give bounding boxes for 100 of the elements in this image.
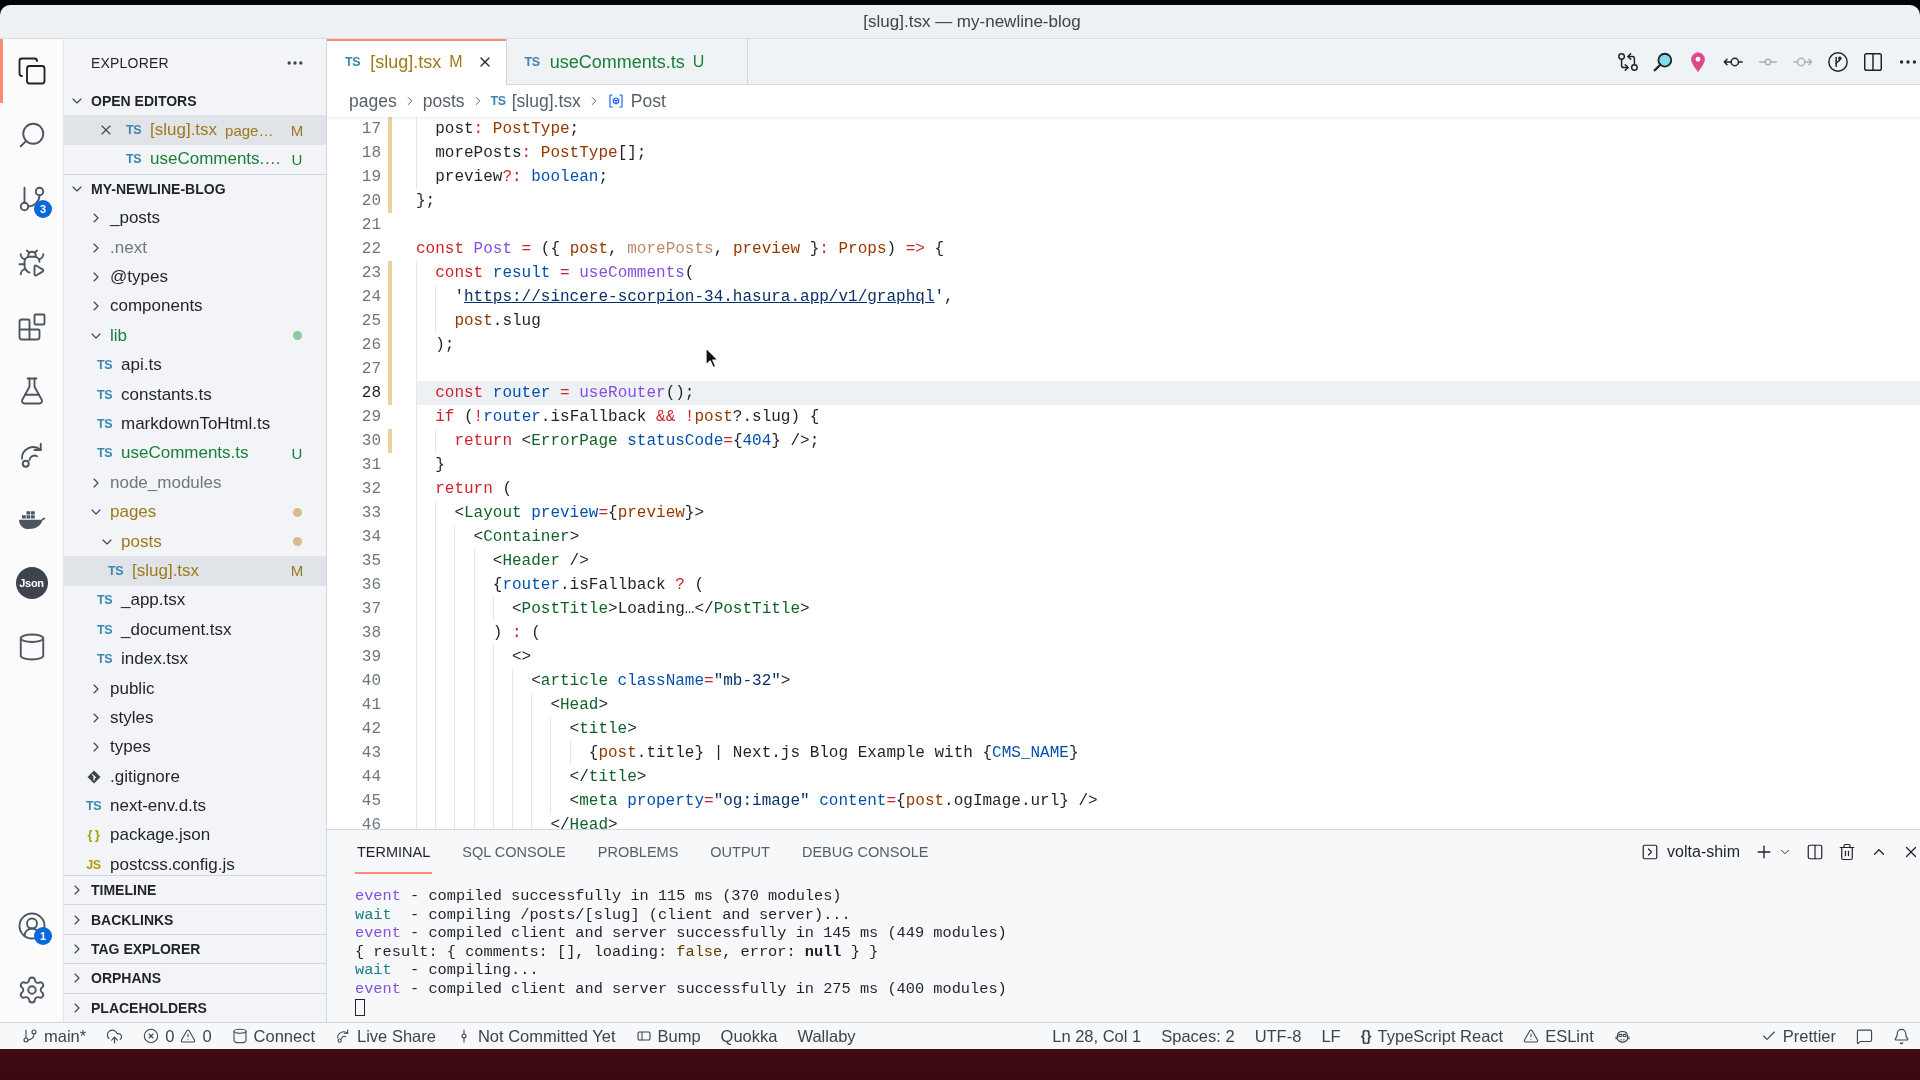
file-tree-item[interactable]: TS api.ts xyxy=(64,350,326,380)
ts-file-icon: TS xyxy=(96,593,113,608)
code-line: } xyxy=(435,456,445,474)
status-bar-item[interactable]: Wallaby xyxy=(787,1023,866,1049)
panel-tab[interactable]: OUTPUT xyxy=(708,830,772,874)
account-icon[interactable] xyxy=(16,911,47,941)
breadcrumb-item[interactable]: TS [slug].tsx xyxy=(490,90,581,112)
json-file-icon: { } xyxy=(85,828,102,843)
folder-tree-item[interactable]: components xyxy=(64,291,326,322)
section-header[interactable]: TIMELINE xyxy=(64,875,326,905)
panel-tab[interactable]: DEBUG CONSOLE xyxy=(799,830,931,874)
status-bar-item[interactable]: Spaces: 2 xyxy=(1151,1023,1245,1049)
breadcrumb-item[interactable]: pages xyxy=(349,90,397,112)
folder-tree-item[interactable]: .next xyxy=(64,232,326,263)
file-tree-item[interactable]: TS next-env.d.ts xyxy=(64,791,326,821)
files-icon[interactable] xyxy=(16,56,47,86)
section-header[interactable]: BACKLINKS xyxy=(64,904,326,934)
folder-tree-item[interactable]: lib xyxy=(64,321,326,351)
folder-tree-item[interactable]: types xyxy=(64,732,326,762)
folder-tree-item[interactable]: public xyxy=(64,673,326,704)
folder-tree-item[interactable]: pages xyxy=(64,497,326,527)
file-tree-item[interactable]: TS _app.tsx xyxy=(64,585,326,616)
editor-tab[interactable]: TS [slug].tsx M xyxy=(327,39,507,85)
file-tree-item[interactable]: .gitignore xyxy=(64,762,326,792)
terminal-line: event - compiled client and server successfully in 145 ms (449 modules) xyxy=(355,924,1007,943)
status-bar-item[interactable]: Prettier xyxy=(1750,1023,1846,1049)
section-header[interactable]: MY-NEWLINE-BLOG xyxy=(64,174,326,204)
section-header[interactable]: OPEN EDITORS xyxy=(64,86,326,116)
terminal-selector[interactable]: volta-shim xyxy=(1641,843,1740,861)
ts-file-icon: TS xyxy=(107,563,124,578)
breadcrumb-item[interactable]: Post xyxy=(606,90,666,112)
file-tree-item[interactable]: { } package.json xyxy=(64,820,326,851)
magnifier-icon[interactable] xyxy=(1652,51,1674,73)
status-bar-item[interactable]: main* xyxy=(12,1023,97,1049)
code-line: <title> xyxy=(569,720,637,738)
split-panel-icon[interactable] xyxy=(1806,843,1824,861)
file-tree-item[interactable]: JS postcss.config.js xyxy=(64,850,326,876)
section-header[interactable]: ORPHANS xyxy=(64,963,326,993)
status-bar-item[interactable]: {} TypeScript React xyxy=(1350,1023,1514,1049)
status-bar-item[interactable]: Ln 28, Col 1 xyxy=(1042,1023,1152,1049)
folder-tree-item[interactable]: node_modules xyxy=(64,468,326,498)
terminal-icon xyxy=(1641,843,1660,861)
code-line: post.slug xyxy=(454,312,541,330)
json-logo[interactable]: Json xyxy=(15,567,48,599)
compare-arrows-icon[interactable] xyxy=(1617,51,1639,73)
status-bar-item[interactable]: LF xyxy=(1311,1023,1351,1049)
file-tree-item[interactable]: TS index.tsx xyxy=(64,644,326,674)
diamond-file-icon xyxy=(87,769,101,784)
line-number: 17 xyxy=(360,120,381,138)
status-bar-item[interactable]: ESLint xyxy=(1513,1023,1604,1049)
code-line: <Container> xyxy=(473,528,580,546)
code-line: <Head> xyxy=(550,696,608,714)
trash-icon[interactable] xyxy=(1838,843,1856,861)
block-cursor-icon xyxy=(355,999,365,1017)
status-bar-item[interactable]: Quokka xyxy=(710,1023,788,1049)
line-number: 31 xyxy=(360,456,381,474)
play-bug-icon[interactable] xyxy=(16,248,47,278)
file-tree-item[interactable]: TS _document.tsx xyxy=(64,615,326,645)
code-line: {router.isFallback ? ( xyxy=(492,576,705,594)
ts-file-icon: TS xyxy=(490,94,506,108)
section-header[interactable]: TAG EXPLORER xyxy=(64,933,326,964)
breadcrumb-item[interactable]: posts xyxy=(422,90,465,112)
warning-icon xyxy=(1523,1028,1540,1044)
circled-branch-icon[interactable] xyxy=(1827,51,1849,73)
status-bar-item[interactable]: Bump xyxy=(625,1023,711,1049)
folder-tree-item[interactable]: styles xyxy=(64,703,326,733)
problems-indicator[interactable]: 0 0 xyxy=(133,1023,222,1049)
folder-tree-item[interactable]: @types xyxy=(64,262,326,292)
cloud-upload-icon[interactable] xyxy=(106,1027,124,1045)
line-number: 23 xyxy=(360,264,381,282)
status-bar-item[interactable]: Not Committed Yet xyxy=(445,1023,626,1049)
panel-tab[interactable]: SQL CONSOLE xyxy=(460,830,568,874)
bracketed-cube-icon xyxy=(606,92,625,110)
blocks-icon[interactable] xyxy=(16,312,47,342)
line-number: 22 xyxy=(360,240,381,258)
ts-file-icon: TS xyxy=(96,622,113,637)
status-bar-item[interactable]: Live Share xyxy=(325,1023,446,1049)
split-editor-icon[interactable] xyxy=(1862,51,1884,73)
line-number: 44 xyxy=(360,768,381,786)
line-number: 29 xyxy=(360,408,381,426)
file-tree-item[interactable]: TS constants.ts xyxy=(64,379,326,410)
git-status-letter: U xyxy=(692,53,705,71)
panel-tab[interactable]: PROBLEMS xyxy=(595,830,681,874)
status-bar-item[interactable]: Connect xyxy=(221,1023,326,1049)
line-number: 28 xyxy=(360,384,381,402)
folder-tree-item[interactable]: _posts xyxy=(64,203,326,233)
line-number: 36 xyxy=(360,576,381,594)
file-tree-item[interactable]: TS useComments.ts U xyxy=(64,438,326,469)
status-bar-item[interactable]: UTF-8 xyxy=(1244,1023,1312,1049)
code-line: <Layout preview={preview}> xyxy=(454,504,705,522)
code-line: <article className="mb-32"> xyxy=(531,672,791,690)
folder-tree-item[interactable]: posts xyxy=(64,526,326,557)
speech-bubble-icon[interactable] xyxy=(1856,1027,1873,1045)
terminal-line: wait - compiling /posts/[slug] (client and server)... xyxy=(355,905,851,925)
panel-tab[interactable]: TERMINAL xyxy=(355,830,433,874)
code-line: <PostTitle>Loading…</PostTitle> xyxy=(512,600,810,618)
file-tree-item[interactable]: TS markdownToHtml.ts xyxy=(64,409,326,439)
open-editor-item[interactable]: TS useComments.… U xyxy=(64,144,326,175)
bell-icon[interactable] xyxy=(1893,1027,1910,1045)
braces-icon: {} xyxy=(1360,1028,1372,1044)
